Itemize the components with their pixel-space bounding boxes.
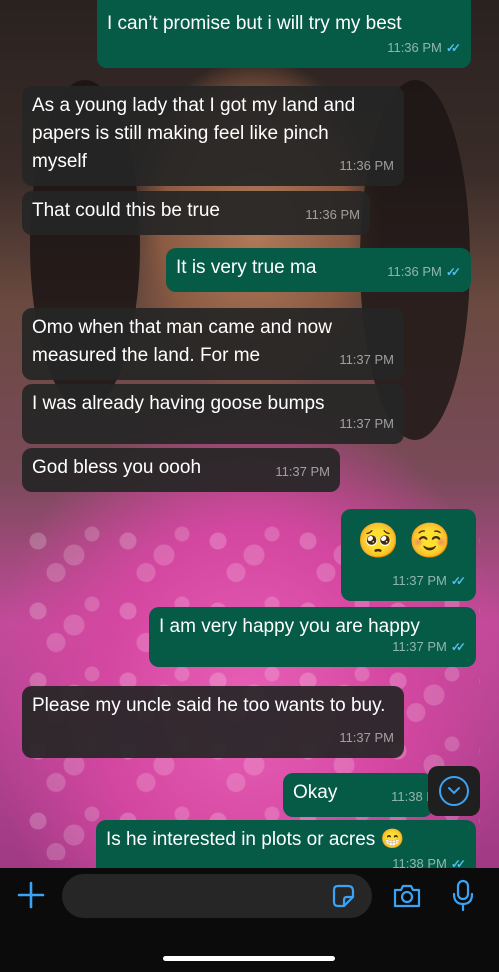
message-text: As a young lady that I got my land and p… bbox=[32, 95, 361, 172]
message-time: 11:38 P bbox=[391, 789, 433, 804]
message-time: 11:36 PM bbox=[387, 40, 442, 55]
message-incoming[interactable]: I was already having goose bumps 11:37 P… bbox=[22, 384, 404, 444]
message-outgoing[interactable]: It is very true ma 11:36 PM ✓✓ bbox=[166, 248, 471, 292]
message-incoming[interactable]: God bless you oooh 11:37 PM bbox=[22, 448, 340, 492]
camera-icon[interactable] bbox=[392, 881, 422, 911]
message-emoji: 🥺 ☺️ bbox=[357, 522, 452, 560]
microphone-icon[interactable] bbox=[450, 879, 476, 913]
read-ticks-icon: ✓✓ bbox=[445, 41, 461, 55]
message-incoming[interactable]: That could this be true 11:36 PM bbox=[22, 191, 370, 235]
message-time: 11:37 PM bbox=[339, 352, 394, 367]
plus-icon[interactable] bbox=[14, 878, 48, 912]
read-ticks-icon: ✓✓ bbox=[445, 265, 461, 279]
message-time: 11:37 PM bbox=[392, 573, 447, 588]
home-indicator bbox=[163, 956, 335, 961]
message-incoming[interactable]: Omo when that man came and now measured … bbox=[22, 308, 404, 380]
message-outgoing-emoji[interactable]: 🥺 ☺️ 11:37 PM ✓✓ bbox=[341, 509, 476, 601]
message-time: 11:37 PM bbox=[392, 639, 447, 654]
message-time: 11:36 PM bbox=[387, 264, 442, 279]
message-outgoing[interactable]: I am very happy you are happy 11:37 PM ✓✓ bbox=[149, 607, 476, 667]
read-ticks-icon: ✓✓ bbox=[450, 574, 466, 588]
chevron-down-icon bbox=[439, 776, 469, 806]
message-outgoing[interactable]: Is he interested in plots or acres 😁 11:… bbox=[96, 820, 476, 868]
message-time: 11:36 PM bbox=[339, 158, 394, 173]
message-outgoing[interactable]: Okay 11:38 P bbox=[283, 773, 433, 817]
message-time: 11:37 PM bbox=[339, 730, 394, 745]
message-text: Omo when that man came and now measured … bbox=[32, 317, 338, 366]
read-ticks-icon: ✓✓ bbox=[450, 857, 466, 868]
message-input[interactable] bbox=[62, 874, 372, 918]
sticker-icon[interactable] bbox=[330, 883, 356, 909]
scroll-to-bottom-button[interactable] bbox=[428, 766, 480, 816]
message-outgoing[interactable]: I can’t promise but i will try my best 1… bbox=[97, 0, 471, 68]
message-text: Please my uncle said he too wants to buy… bbox=[32, 695, 386, 716]
message-time: 11:37 PM bbox=[339, 416, 394, 431]
message-time: 11:36 PM bbox=[305, 207, 360, 222]
read-ticks-icon: ✓✓ bbox=[450, 640, 466, 654]
message-time: 11:38 PM bbox=[392, 856, 447, 868]
message-incoming[interactable]: As a young lady that I got my land and p… bbox=[22, 86, 404, 186]
message-time: 11:37 PM bbox=[275, 464, 330, 479]
message-incoming[interactable]: Please my uncle said he too wants to buy… bbox=[22, 686, 404, 758]
